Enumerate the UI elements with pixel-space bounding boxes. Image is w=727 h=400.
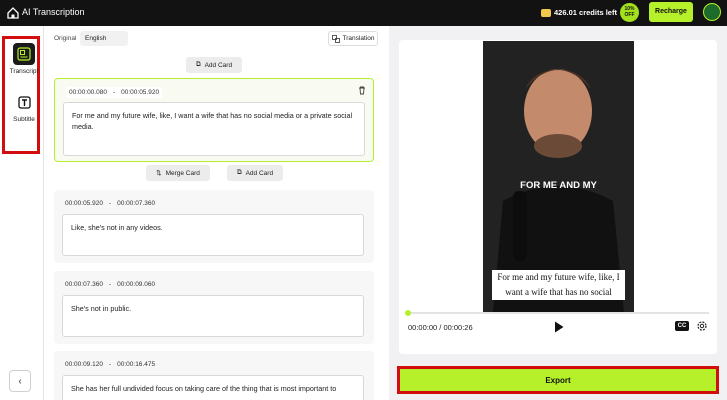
video-frame[interactable]: FOR ME AND MY For me and my future wife,… [483,41,634,312]
merge-card-button[interactable]: ⇅ Merge Card [146,165,210,181]
transcript-panel: Original English Translation ⧉ Add Card … [44,26,389,400]
add-card-icon: ⧉ [195,61,201,68]
subtitle-preview: For me and my future wife, like, I want … [492,270,625,300]
add-card-label: Add Card [245,169,274,177]
time-separator: - [108,281,112,288]
top-bar: AI Transcription 426.01 credits left 10%… [0,0,727,26]
time-separator: - [108,200,112,207]
left-rail: Transcript Subtitle ‹ [0,26,44,400]
rail-highlight-box: Transcript Subtitle [2,36,40,154]
end-time: 00:00:16.475 [117,361,156,368]
time-separator: - [108,361,112,368]
time-range[interactable]: 00:00:07.360 - 00:00:09.060 [65,281,155,288]
video-overlay-caption: FOR ME AND MY [520,180,597,191]
transcript-card[interactable]: 00:00:09.120 - 00:00:16.475 She has her … [54,351,374,400]
home-icon[interactable] [6,6,20,20]
avatar[interactable] [703,3,721,21]
end-time: 00:00:07.360 [117,200,156,207]
transcript-text[interactable]: For me and my future wife, like, I want … [63,102,365,156]
gear-icon[interactable] [696,320,708,332]
trash-icon[interactable] [357,85,367,95]
end-time: 00:00:05.920 [121,89,160,96]
start-time: 00:00:05.920 [65,200,103,207]
time-range[interactable]: 00:00:09.120 - 00:00:16.475 [65,361,155,368]
add-card-label: Add Card [204,61,233,69]
original-label: Original [54,35,77,42]
time-range[interactable]: 00:00:00.080 - 00:00:05.920 [66,87,163,98]
transcript-text[interactable]: Like, she's not in any videos. [62,214,364,256]
progress-bar[interactable] [407,312,709,314]
coin-icon [541,8,551,17]
credits-text: 426.01 credits left [554,8,617,17]
language-select[interactable]: English [80,31,128,46]
merge-card-label: Merge Card [165,169,200,177]
add-card-icon: ⧉ [236,169,242,176]
add-card-button[interactable]: ⧉ Add Card [227,165,283,181]
start-time: 00:00:00.080 [69,89,107,96]
recharge-button[interactable]: Recharge [649,2,693,22]
transcript-card[interactable]: 00:00:05.920 - 00:00:07.360 Like, she's … [54,190,374,263]
credits-display: 426.01 credits left [541,8,617,17]
transcript-icon [13,43,35,65]
progress-handle[interactable] [405,310,411,316]
subtitle-icon [13,91,35,113]
translation-button[interactable]: Translation [328,31,378,46]
merge-icon: ⇅ [156,170,162,177]
transcript-card[interactable]: 00:00:07.360 - 00:00:09.060 She's not in… [54,271,374,344]
add-card-button[interactable]: ⧉ Add Card [186,57,242,73]
cc-button[interactable]: CC [675,321,689,331]
time-range[interactable]: 00:00:05.920 - 00:00:07.360 [65,200,155,207]
start-time: 00:00:07.360 [65,281,103,288]
rail-item-transcript[interactable]: Transcript [5,43,43,75]
transcript-text[interactable]: She has her full undivided focus on taki… [62,375,364,400]
start-time: 00:00:09.120 [65,361,103,368]
time-separator: - [112,89,116,96]
transcript-card[interactable]: 00:00:00.080 - 00:00:05.920 For me and m… [54,78,374,162]
preview-panel: FOR ME AND MY For me and my future wife,… [389,26,727,400]
app-title: AI Transcription [22,7,85,17]
export-highlight-box: Export [397,366,719,394]
rail-item-subtitle[interactable]: Subtitle [5,91,43,123]
rail-item-label: Subtitle [13,116,35,123]
end-time: 00:00:09.060 [117,281,156,288]
play-icon[interactable] [554,321,564,333]
export-button[interactable]: Export [400,369,716,391]
translation-label: Translation [342,35,375,42]
discount-badge[interactable]: 10% OFF [620,3,639,22]
time-display: 00:00:00 / 00:00:26 [408,323,473,332]
chevron-left-icon: ‹ [18,375,22,387]
video-player: FOR ME AND MY For me and my future wife,… [399,40,717,354]
subtitle-line: For me and my future wife, like, I [497,272,620,282]
subtitle-line: want a wife that has no social [505,287,612,297]
translate-icon [331,34,340,43]
collapse-button[interactable]: ‹ [9,370,31,392]
transcript-text[interactable]: She's not in public. [62,295,364,337]
rail-item-label: Transcript [9,68,39,75]
